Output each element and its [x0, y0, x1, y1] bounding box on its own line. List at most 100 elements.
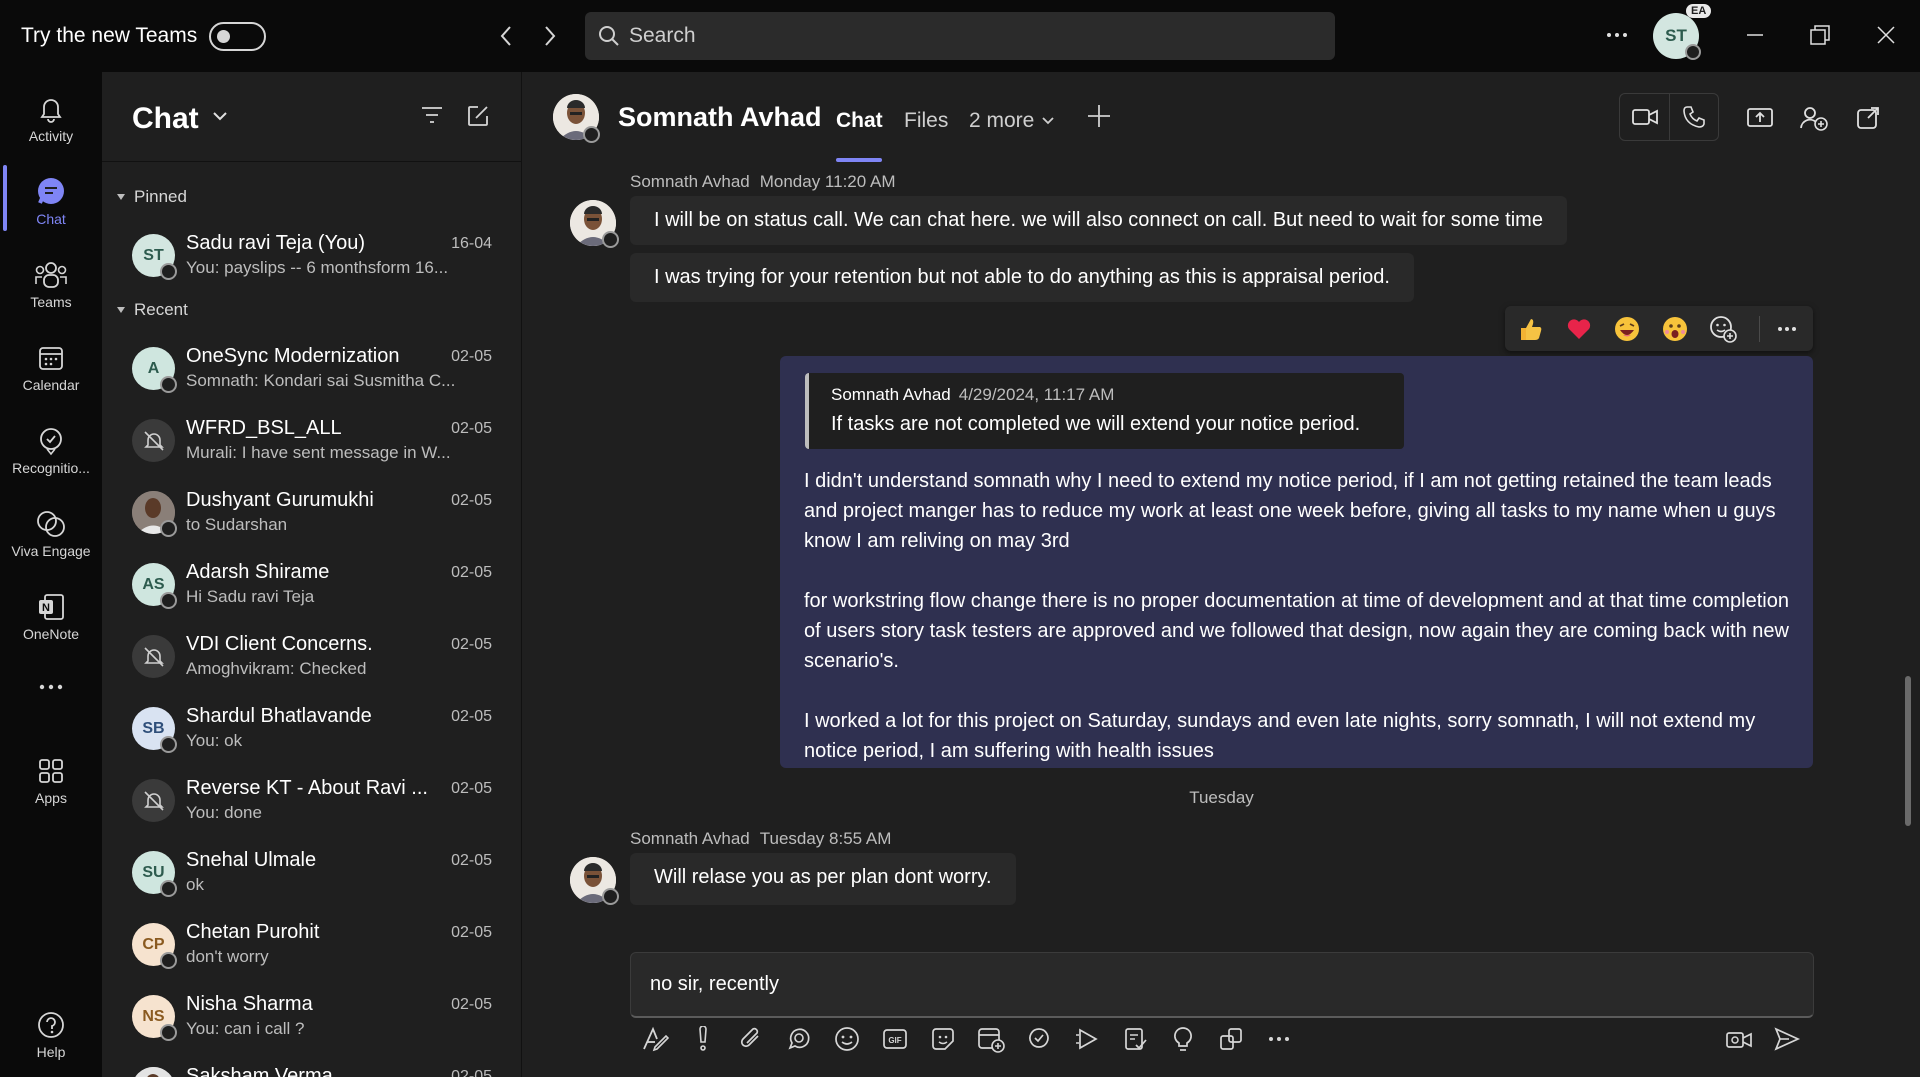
- copilot-button[interactable]: [1215, 1023, 1247, 1055]
- search-icon: [599, 26, 619, 46]
- pop-out-icon: [1857, 107, 1879, 129]
- rail-item-recognition[interactable]: Recognitio...: [0, 414, 102, 490]
- chat-pane: Somnath Avhad Chat Files 2 more Somnath …: [523, 72, 1920, 1077]
- chat-preview: You: can i call ?: [186, 1019, 305, 1038]
- video-clip-button[interactable]: [1723, 1023, 1755, 1055]
- compose-input[interactable]: no sir, recently: [650, 973, 779, 996]
- chat-list-item[interactable]: AS Adarsh Shirame Hi Sadu ravi Teja 02-05: [102, 549, 521, 621]
- scrollbar-thumb[interactable]: [1905, 676, 1911, 826]
- bell-icon: [40, 99, 62, 123]
- search-input[interactable]: [629, 12, 1319, 60]
- loop-icon: [788, 1028, 810, 1050]
- like-reaction[interactable]: [1517, 315, 1545, 343]
- svg-text:GIF: GIF: [888, 1036, 901, 1045]
- sender-name: Somnath Avhad: [630, 172, 750, 191]
- tab-chat[interactable]: Chat: [836, 109, 883, 133]
- settings-more-button[interactable]: [1602, 20, 1632, 50]
- send-button[interactable]: [1771, 1023, 1803, 1055]
- chat-list-item[interactable]: SU Snehal Ulmale ok 02-05: [102, 837, 521, 909]
- chat-list-item[interactable]: SB Shardul Bhatlavande You: ok 02-05: [102, 693, 521, 765]
- surprised-reaction[interactable]: [1661, 315, 1689, 343]
- message-meta: Somnath Avhad Tuesday 8:55 AM: [630, 829, 891, 849]
- chat-preview: Amoghvikram: Checked: [186, 659, 367, 678]
- ideas-button[interactable]: [1167, 1023, 1199, 1055]
- chat-list-item[interactable]: CP Chetan Purohit don't worry 02-05: [102, 909, 521, 981]
- schedule-meeting-button[interactable]: [975, 1023, 1007, 1055]
- phone-icon[interactable]: [1682, 105, 1706, 129]
- new-chat-icon[interactable]: [466, 104, 490, 128]
- rail-item-help[interactable]: Help: [0, 998, 102, 1074]
- chat-list-item[interactable]: A OneSync Modernization Somnath: Kondari s…: [102, 333, 521, 405]
- tab-more[interactable]: 2 more: [969, 109, 1034, 133]
- chevron-down-icon[interactable]: [1041, 116, 1055, 126]
- chat-date: 02-05: [451, 564, 492, 581]
- laugh-reaction[interactable]: [1613, 315, 1641, 343]
- rail-item-activity[interactable]: Activity: [0, 82, 102, 158]
- rail-item-onenote[interactable]: N OneNote: [0, 580, 102, 656]
- pop-out-button[interactable]: [1854, 104, 1882, 132]
- chat-list-item[interactable]: Reverse KT - About Ravi ... You: done 02-0…: [102, 765, 521, 837]
- chevron-down-icon[interactable]: [212, 110, 228, 122]
- chat-date: 02-05: [451, 996, 492, 1013]
- chat-list-item[interactable]: VDI Client Concerns. Amoghvikram: Checked…: [102, 621, 521, 693]
- attach-button[interactable]: [735, 1023, 767, 1055]
- search-box[interactable]: [585, 12, 1335, 60]
- chat-date: 02-05: [451, 780, 492, 797]
- rail-item-apps[interactable]: Apps: [0, 744, 102, 820]
- back-button[interactable]: [494, 22, 518, 50]
- chat-list-item[interactable]: ST Sadu ravi Teja (You) You: payslips -- 6…: [102, 220, 521, 292]
- add-people-button[interactable]: [1800, 104, 1828, 132]
- rail-item-calendar[interactable]: Calendar: [0, 331, 102, 407]
- exclamation-icon: [699, 1026, 707, 1051]
- message-bubble[interactable]: Will relase you as per plan dont worry.: [630, 853, 1016, 905]
- rail-item-teams[interactable]: Teams: [0, 248, 102, 324]
- chat-list-title[interactable]: Chat: [132, 102, 199, 136]
- message-bubble[interactable]: I will be on status call. We can chat he…: [630, 196, 1567, 245]
- chat-list-item[interactable]: Saksham Verma 02-05: [102, 1053, 521, 1077]
- loop-button[interactable]: [783, 1023, 815, 1055]
- share-screen-button[interactable]: [1746, 104, 1774, 132]
- chat-icon: [38, 178, 64, 204]
- chat-list-item[interactable]: WFRD_BSL_ALL Murali: I have sent message …: [102, 405, 521, 477]
- gif-button[interactable]: GIF: [879, 1023, 911, 1055]
- chat-list-item[interactable]: NS Nisha Sharma You: can i call ? 02-05: [102, 981, 521, 1053]
- help-icon: [38, 1012, 64, 1038]
- restore-button[interactable]: [1803, 18, 1837, 52]
- recent-section-header[interactable]: Recent: [116, 300, 188, 320]
- call-button-group: [1619, 93, 1719, 141]
- rail-item-viva-engage[interactable]: Viva Engage: [0, 497, 102, 573]
- title-bar: Try the new Teams ST EA: [0, 0, 1920, 72]
- chat-list-item[interactable]: Dushyant Gurumukhi to Sudarshan 02-05: [102, 477, 521, 549]
- message-more-button[interactable]: [1773, 315, 1801, 343]
- chat-name: Dushyant Gurumukhi: [186, 489, 374, 511]
- close-button[interactable]: [1869, 18, 1903, 52]
- praise-button[interactable]: [1023, 1023, 1055, 1055]
- emoji-button[interactable]: [831, 1023, 863, 1055]
- heart-reaction[interactable]: [1565, 315, 1593, 343]
- forward-button[interactable]: [538, 22, 562, 50]
- approvals-button[interactable]: [1119, 1023, 1151, 1055]
- add-tab-icon[interactable]: [1086, 103, 1112, 129]
- minimize-button[interactable]: [1738, 18, 1772, 52]
- chevron-right-icon: [545, 26, 556, 46]
- message-bubble[interactable]: I was trying for your retention but not …: [630, 253, 1414, 302]
- video-call-icon[interactable]: [1632, 106, 1658, 128]
- more-options-button[interactable]: [1263, 1023, 1295, 1055]
- important-button[interactable]: [687, 1023, 719, 1055]
- sticker-button[interactable]: [927, 1023, 959, 1055]
- bell-off-icon: [143, 430, 164, 451]
- rail-item-chat[interactable]: Chat: [0, 165, 102, 241]
- compose-box[interactable]: no sir, recently: [630, 952, 1814, 1018]
- avatar: [132, 1067, 175, 1077]
- format-button[interactable]: [639, 1023, 671, 1055]
- new-teams-toggle[interactable]: [209, 22, 266, 51]
- filter-icon[interactable]: [420, 104, 444, 126]
- pinned-section-header[interactable]: Pinned: [116, 187, 187, 207]
- tab-files[interactable]: Files: [904, 109, 948, 133]
- add-reaction-button[interactable]: [1709, 315, 1737, 343]
- my-message-bubble[interactable]: Somnath Avhad 4/29/2024, 11:17 AM If task…: [780, 356, 1813, 768]
- rail-item-more[interactable]: [0, 666, 102, 706]
- quoted-message[interactable]: Somnath Avhad 4/29/2024, 11:17 AM If task…: [805, 373, 1404, 449]
- teams-icon: [35, 262, 67, 288]
- stream-button[interactable]: [1071, 1023, 1103, 1055]
